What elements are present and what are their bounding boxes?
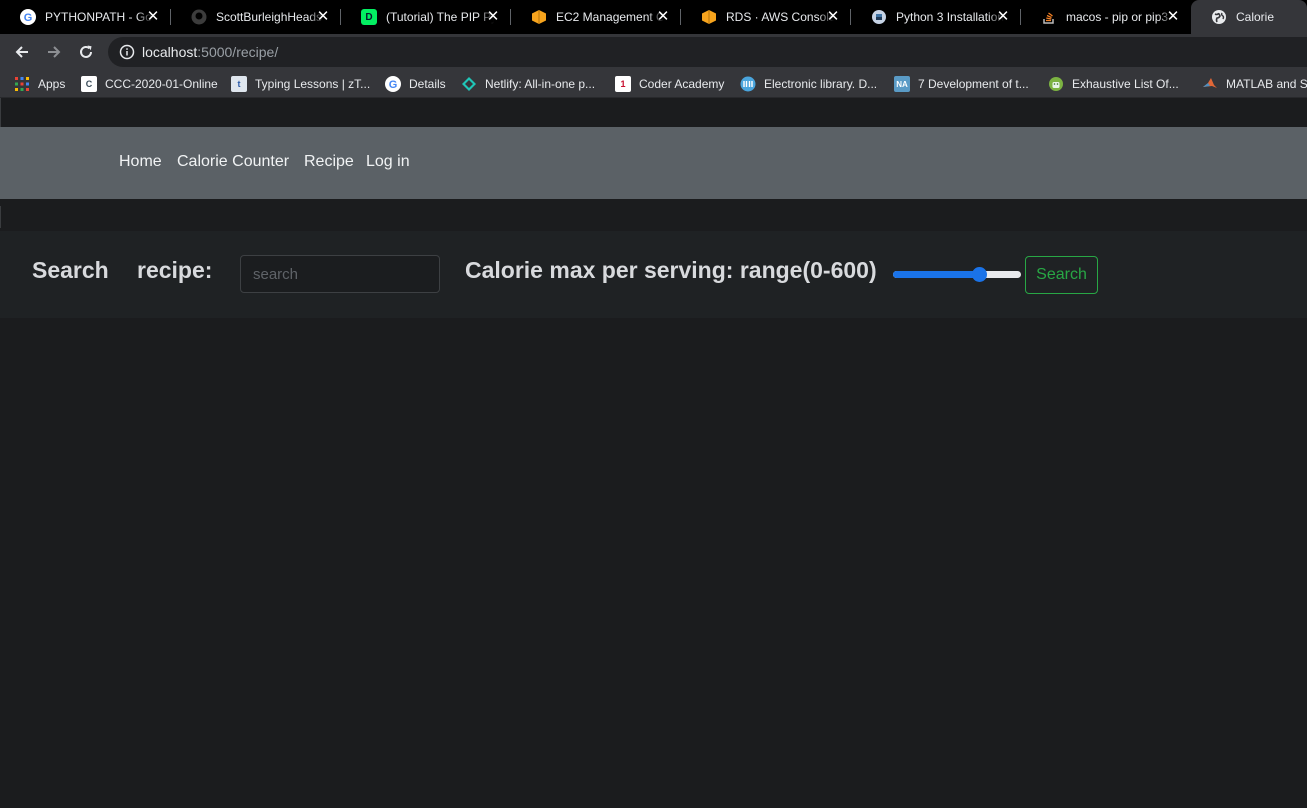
site-navbar: Home Calorie Counter Recipe Log in <box>0 127 1307 199</box>
bookmark-item[interactable]: Netlify: All-in-one p... <box>461 75 595 93</box>
address-bar[interactable]: localhost:5000/recipe/ <box>108 37 1307 67</box>
close-tab-icon[interactable]: ✕ <box>655 9 671 25</box>
arrow-left-icon <box>15 46 28 58</box>
browser-tab[interactable]: D (Tutorial) The PIP Python Package Mana… <box>341 0 511 34</box>
browser-tab[interactable]: ScottBurleighHeads ✕ <box>171 0 341 34</box>
search-button[interactable]: Search <box>1025 256 1098 294</box>
browser-tab-active[interactable]: Calorie <box>1191 0 1307 34</box>
browser-tab[interactable]: RDS · AWS Console ✕ <box>681 0 851 34</box>
recipe-label: recipe: <box>137 257 213 283</box>
google-icon: G <box>20 9 36 25</box>
browser-tab[interactable]: G PYTHONPATH - Google Search ✕ <box>0 0 171 34</box>
apps-grid-icon <box>14 76 30 92</box>
recipe-search-form: Search recipe: Calorie max per serving: … <box>0 231 1307 318</box>
browser-tab-strip: G PYTHONPATH - Google Search ✕ ScottBurl… <box>0 0 1307 34</box>
typing-icon: t <box>231 76 247 92</box>
bookmark-item[interactable]: Exhaustive List Of... <box>1048 75 1179 93</box>
browser-tab[interactable]: EC2 Management Console ✕ <box>511 0 681 34</box>
android-icon <box>1048 76 1064 92</box>
bookmarks-bar: Apps C CCC-2020-01-Online t Typing Lesso… <box>0 70 1307 98</box>
bookmark-item[interactable]: C CCC-2020-01-Online <box>81 75 218 93</box>
search-label: Search <box>32 257 109 283</box>
reload-button[interactable] <box>74 40 98 64</box>
canvas-icon: C <box>81 76 97 92</box>
close-tab-icon[interactable]: ✕ <box>825 9 841 25</box>
bookmark-apps[interactable]: Apps <box>14 75 65 93</box>
github-icon <box>191 9 207 25</box>
nav-link-recipe[interactable]: Recipe <box>304 153 354 171</box>
svg-text:G: G <box>24 12 33 24</box>
close-tab-icon[interactable]: ✕ <box>315 9 331 25</box>
slider-thumb[interactable] <box>972 267 988 282</box>
na-icon: NA <box>894 76 910 92</box>
nav-link-calorie-counter[interactable]: Calorie Counter <box>177 153 289 171</box>
back-button[interactable] <box>10 40 34 64</box>
globe-icon <box>1211 9 1227 25</box>
bookmark-item[interactable]: 1 Coder Academy <box>615 75 724 93</box>
bookmark-item[interactable]: G Details <box>385 75 446 93</box>
slider-fill <box>893 271 980 278</box>
forward-button[interactable] <box>42 40 66 64</box>
stackoverflow-icon <box>1041 9 1057 25</box>
reload-icon <box>80 45 92 58</box>
library-icon <box>740 76 756 92</box>
aws-box-icon <box>531 9 547 25</box>
svg-text:G: G <box>389 79 398 91</box>
recipe-search-input[interactable] <box>240 255 440 293</box>
page-content: Home Calorie Counter Recipe Log in Searc… <box>0 98 1307 808</box>
bookmark-item[interactable]: MATLAB and Si... <box>1202 75 1307 93</box>
arrow-right-icon <box>48 46 61 58</box>
bookmark-item[interactable]: Electronic library. D... <box>740 75 877 93</box>
site-info-icon[interactable] <box>119 44 135 60</box>
url-text: localhost:5000/recipe/ <box>142 44 279 60</box>
coder-academy-icon: 1 <box>615 76 631 92</box>
matlab-icon <box>1202 76 1218 92</box>
browser-tab[interactable]: Python 3 Installation & Setup Guide ✕ <box>851 0 1021 34</box>
bookmark-item[interactable]: NA 7 Development of t... <box>894 75 1029 93</box>
close-tab-icon[interactable]: ✕ <box>995 9 1011 25</box>
nav-link-login[interactable]: Log in <box>366 153 410 171</box>
calorie-range-label: Calorie max per serving: range(0-600) <box>465 257 877 283</box>
close-tab-icon[interactable]: ✕ <box>145 9 161 25</box>
netlify-icon <box>461 76 477 92</box>
close-tab-icon[interactable]: ✕ <box>1165 9 1181 25</box>
realpython-icon <box>871 9 887 25</box>
bookmark-item[interactable]: t Typing Lessons | zT... <box>231 75 370 93</box>
browser-tab[interactable]: macos - pip or pip3 ✕ <box>1021 0 1191 34</box>
browser-toolbar: localhost:5000/recipe/ <box>0 34 1307 70</box>
nav-link-home[interactable]: Home <box>119 153 162 171</box>
aws-box-icon <box>701 9 717 25</box>
close-tab-icon[interactable]: ✕ <box>485 9 501 25</box>
google-icon: G <box>385 76 401 92</box>
calorie-max-slider[interactable] <box>893 267 1021 282</box>
datacamp-icon: D <box>361 9 377 25</box>
